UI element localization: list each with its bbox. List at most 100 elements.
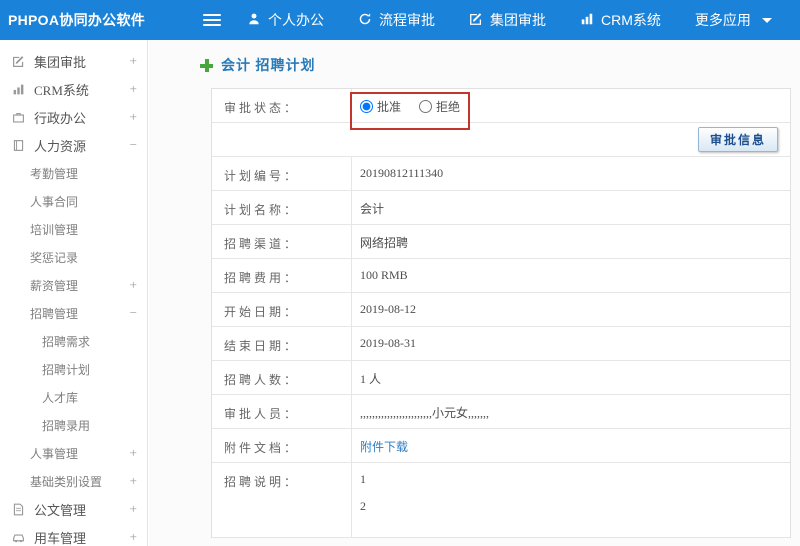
sidebar-item-talent-pool[interactable]: 人才库	[0, 383, 147, 411]
approval-info-button[interactable]: 审批信息	[697, 127, 778, 152]
topbar: PHPOA协同办公软件 个人办公 流程审批 集团审批 CRM系统 更多应用	[0, 0, 800, 40]
sidebar-item-vehicle-mgmt[interactable]: 用车管理 +	[0, 523, 147, 546]
row-label: 结束日期：	[212, 327, 352, 360]
row-label: 计划编号：	[212, 157, 352, 190]
table-row: 计划名称： 会计	[212, 191, 790, 225]
sidebar-item-hr-contract[interactable]: 人事合同	[0, 187, 147, 215]
radio-reject-label: 拒绝	[436, 100, 461, 114]
approval-radio-group: 批准 拒绝	[350, 92, 470, 130]
collapse-toggle[interactable]: −	[125, 305, 137, 321]
sidebar-item-base-category[interactable]: 基础类别设置 +	[0, 467, 147, 495]
car-icon	[12, 531, 29, 544]
expand-toggle[interactable]: +	[125, 81, 137, 97]
nav-more-apps[interactable]: 更多应用	[695, 10, 772, 30]
sidebar-item-label: 人力资源	[34, 138, 87, 154]
bar-chart-icon	[580, 12, 594, 29]
row-label: 招聘人数：	[212, 361, 352, 394]
row-value: 2019-08-31	[360, 336, 416, 350]
table-row: 招聘渠道： 网络招聘	[212, 225, 790, 259]
radio-reject-input[interactable]	[419, 100, 433, 113]
sidebar: 集团审批 + CRM系统 + 行政办公 + 人力资源 − 考勤管理 人事合同 培…	[0, 40, 148, 546]
collapse-toggle[interactable]: −	[125, 137, 137, 153]
sidebar-item-label: 招聘管理	[30, 306, 79, 321]
expand-toggle[interactable]: +	[125, 529, 137, 545]
sidebar-item-label: 行政办公	[34, 110, 87, 126]
nav-label: 个人办公	[268, 12, 324, 28]
row-value: ,,,,,,,,,,,,,,,,,,,,,,,,小元女,,,,,,,	[360, 406, 490, 420]
nav-label: 流程审批	[379, 12, 435, 28]
note-line-2: 2	[360, 499, 366, 513]
main-content: 会计 招聘计划 审批状态： 批准 拒绝 审批信息 计划编号： 201908121…	[149, 40, 800, 546]
row-value: 网络招聘	[360, 236, 409, 250]
radio-reject[interactable]: 拒绝	[419, 98, 460, 115]
sidebar-item-label: 人事管理	[30, 446, 79, 461]
expand-toggle[interactable]: +	[125, 501, 137, 517]
expand-toggle[interactable]: +	[125, 53, 137, 69]
sidebar-item-admin-office[interactable]: 行政办公 +	[0, 103, 147, 131]
breadcrumb: 会计 招聘计划	[149, 40, 800, 88]
expand-toggle[interactable]: +	[125, 473, 137, 489]
radio-approve[interactable]: 批准	[360, 98, 401, 115]
sidebar-item-recruit-mgmt[interactable]: 招聘管理 −	[0, 299, 147, 327]
radio-approve-label: 批准	[377, 100, 402, 114]
row-label: 招聘说明：	[212, 463, 352, 537]
sidebar-item-recruit-demand[interactable]: 招聘需求	[0, 327, 147, 355]
sidebar-item-label: 招聘录用	[42, 418, 91, 433]
row-label: 附件文档：	[212, 429, 352, 462]
nav-crm[interactable]: CRM系统	[580, 10, 661, 30]
hamburger-menu-icon[interactable]	[203, 11, 221, 29]
sidebar-item-label: 用车管理	[34, 530, 87, 546]
sidebar-item-hr[interactable]: 人力资源 −	[0, 131, 147, 159]
table-row: 审批人员： ,,,,,,,,,,,,,,,,,,,,,,,,小元女,,,,,,,	[212, 395, 790, 429]
nav-label: 更多应用	[694, 12, 751, 28]
sidebar-item-document-mgmt[interactable]: 公文管理 +	[0, 495, 147, 523]
nav-personal-office[interactable]: 个人办公	[247, 10, 324, 30]
approval-form-table: 审批状态： 批准 拒绝 审批信息 计划编号： 20190812111340 计划…	[211, 88, 791, 538]
sidebar-item-personnel-mgmt[interactable]: 人事管理 +	[0, 439, 147, 467]
sidebar-item-recruit-hire[interactable]: 招聘录用	[0, 411, 147, 439]
attachment-download-link[interactable]: 附件下载	[360, 440, 408, 454]
bar-chart-icon	[12, 83, 29, 96]
process-approval-icon	[358, 12, 372, 29]
sidebar-item-rewards-records[interactable]: 奖惩记录	[0, 243, 147, 271]
table-row: 招聘费用： 100 RMB	[212, 259, 790, 293]
sidebar-item-label: 集团审批	[34, 54, 87, 70]
sidebar-item-crm[interactable]: CRM系统 +	[0, 75, 147, 103]
book-icon	[12, 139, 29, 152]
nav-label: 集团审批	[490, 12, 546, 28]
table-row: 计划编号： 20190812111340	[212, 157, 790, 191]
table-row: 招聘人数： 1 人	[212, 361, 790, 395]
sidebar-item-label: 考勤管理	[30, 166, 79, 181]
table-row: 开始日期： 2019-08-12	[212, 293, 790, 327]
sidebar-item-label: 人才库	[42, 390, 79, 405]
row-label: 计划名称：	[212, 191, 352, 224]
sidebar-item-salary[interactable]: 薪资管理 +	[0, 271, 147, 299]
green-plus-icon	[200, 58, 213, 72]
edit-square-icon	[12, 55, 29, 68]
table-row: 结束日期： 2019-08-31	[212, 327, 790, 361]
briefcase-icon	[12, 111, 29, 124]
sidebar-item-training[interactable]: 培训管理	[0, 215, 147, 243]
sidebar-item-label: 人事合同	[30, 194, 79, 209]
row-value: 20190812111340	[360, 166, 444, 180]
nav-process-approval[interactable]: 流程审批	[358, 10, 435, 30]
app-logo: PHPOA协同办公软件	[8, 12, 146, 28]
expand-toggle[interactable]: +	[125, 109, 137, 125]
page-title: 会计 招聘计划	[221, 59, 316, 74]
nav-group-approval[interactable]: 集团审批	[469, 10, 546, 30]
sidebar-item-label: 招聘计划	[42, 362, 91, 377]
sidebar-item-group-approval[interactable]: 集团审批 +	[0, 47, 147, 75]
sidebar-item-label: 薪资管理	[30, 278, 79, 293]
sidebar-item-attendance[interactable]: 考勤管理	[0, 159, 147, 187]
status-row: 审批状态： 批准 拒绝	[212, 89, 790, 130]
radio-approve-input[interactable]	[360, 100, 373, 113]
sidebar-item-label: 招聘需求	[42, 334, 91, 349]
note-line-1: 1	[360, 472, 366, 486]
expand-toggle[interactable]: +	[125, 445, 137, 461]
row-value: 会计	[360, 202, 385, 216]
sidebar-item-label: CRM系统	[34, 82, 89, 98]
row-value: 1 人	[360, 372, 382, 386]
sidebar-item-recruit-plan[interactable]: 招聘计划	[0, 355, 147, 383]
expand-toggle[interactable]: +	[125, 277, 137, 293]
note-row: 招聘说明： 1 2	[212, 463, 790, 538]
